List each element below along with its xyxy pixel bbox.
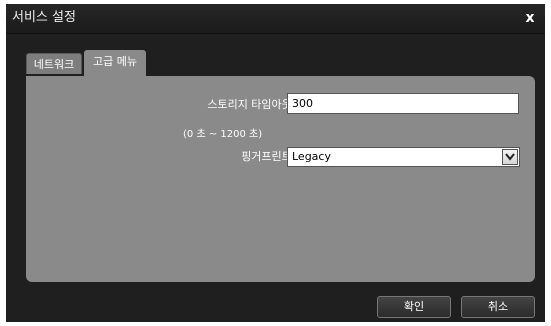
tab-network[interactable]: 네트워크 bbox=[26, 53, 82, 74]
tab-advanced-menu[interactable]: 고급 메뉴 bbox=[84, 50, 146, 76]
chevron-down-icon[interactable] bbox=[502, 149, 518, 165]
cancel-button[interactable]: 취소 bbox=[461, 296, 535, 318]
storage-timeout-label: 스토리지 타임아웃 : bbox=[207, 98, 299, 111]
fingerprint-selected-value: Legacy bbox=[292, 150, 331, 163]
ok-button[interactable]: 확인 bbox=[377, 296, 451, 318]
close-icon[interactable]: x bbox=[521, 9, 539, 27]
title-bar: 서비스 설정 x bbox=[6, 4, 545, 34]
storage-timeout-input[interactable]: 300 bbox=[287, 93, 519, 114]
service-settings-dialog: 서비스 설정 x 네트워크 고급 메뉴 스토리지 타임아웃 : 300 (0 초… bbox=[0, 0, 551, 326]
fingerprint-select[interactable]: Legacy bbox=[287, 147, 520, 167]
dialog-body: 서비스 설정 x 네트워크 고급 메뉴 스토리지 타임아웃 : 300 (0 초… bbox=[6, 4, 545, 322]
storage-timeout-range-hint: (0 초 ~ 1200 초) bbox=[183, 129, 263, 140]
dialog-title: 서비스 설정 bbox=[12, 10, 76, 25]
